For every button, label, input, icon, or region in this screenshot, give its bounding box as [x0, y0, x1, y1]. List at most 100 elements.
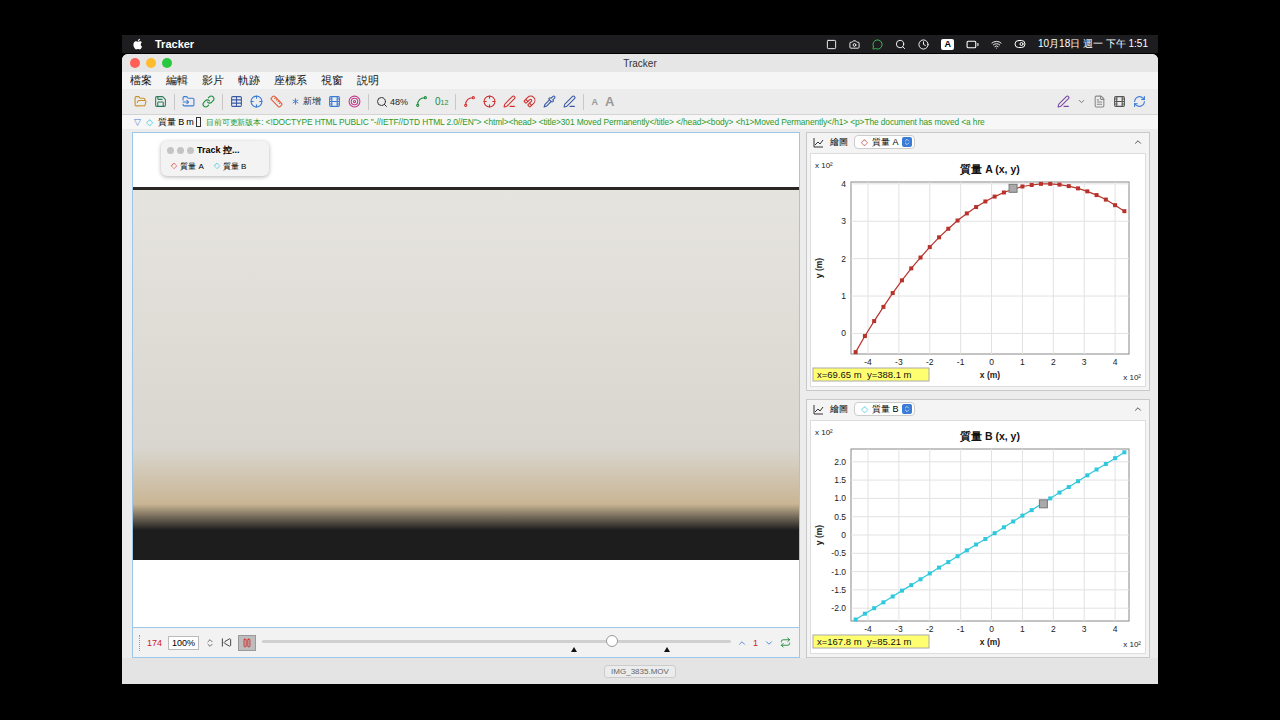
- control-center-icon[interactable]: [1014, 38, 1026, 50]
- data-point[interactable]: [928, 571, 932, 575]
- data-point[interactable]: [1020, 184, 1024, 188]
- data-point[interactable]: [956, 219, 960, 223]
- zoom-button[interactable]: 48%: [376, 96, 408, 108]
- video-frame[interactable]: [133, 187, 799, 560]
- new-track-button[interactable]: 新增: [290, 95, 321, 108]
- menu-item[interactable]: 軌跡: [238, 73, 260, 88]
- data-point[interactable]: [1039, 182, 1043, 186]
- minimize-button[interactable]: [146, 58, 156, 68]
- data-point[interactable]: [993, 531, 997, 535]
- plot-menu[interactable]: 繪圖: [830, 136, 848, 149]
- collapse-icon[interactable]: [1133, 137, 1143, 147]
- input-method[interactable]: A: [941, 39, 954, 50]
- data-point[interactable]: [881, 600, 885, 604]
- data-point[interactable]: [1030, 508, 1034, 512]
- play-button[interactable]: [238, 635, 256, 651]
- battery-icon[interactable]: [966, 38, 979, 51]
- data-point[interactable]: [1020, 514, 1024, 518]
- plot-chart[interactable]: x 10²質量 B (x, y)-4-3-2-101234-2.0-1.5-1.…: [811, 423, 1145, 651]
- font-larger-button[interactable]: A: [605, 94, 614, 109]
- clip-mark[interactable]: [664, 647, 670, 652]
- palette-track[interactable]: ◇質量 B: [214, 161, 247, 172]
- wifi-icon[interactable]: [991, 39, 1002, 50]
- point-icon[interactable]: [543, 95, 556, 108]
- rewind-icon[interactable]: [221, 637, 232, 648]
- zoom-icon[interactable]: [376, 96, 388, 108]
- data-point[interactable]: [1048, 496, 1052, 500]
- calibration-icon[interactable]: [250, 95, 263, 108]
- step-back-icon[interactable]: [737, 638, 747, 648]
- data-point[interactable]: [983, 199, 987, 203]
- data-point[interactable]: [974, 205, 978, 209]
- track-dropdown[interactable]: ◇質量 A: [854, 135, 915, 149]
- menu-item[interactable]: 檔案: [130, 73, 152, 88]
- menu-item[interactable]: 影片: [202, 73, 224, 88]
- data-point[interactable]: [1076, 186, 1080, 190]
- data-point[interactable]: [909, 266, 913, 270]
- data-point[interactable]: [1076, 479, 1080, 483]
- refresh-icon[interactable]: [1133, 95, 1146, 108]
- data-point[interactable]: [863, 334, 867, 338]
- track-menu[interactable]: ▽: [134, 117, 141, 127]
- step-size-button[interactable]: 012: [435, 96, 448, 107]
- dropdown-icon[interactable]: [903, 138, 911, 146]
- palette-track[interactable]: ◇質量 A: [171, 161, 204, 172]
- import-icon[interactable]: [182, 95, 195, 108]
- playback-rate[interactable]: 100%: [168, 636, 199, 650]
- data-point[interactable]: [919, 256, 923, 260]
- data-point[interactable]: [900, 589, 904, 593]
- track-dropdown[interactable]: ◇質量 B: [854, 402, 915, 416]
- zoom-button[interactable]: [162, 58, 172, 68]
- chart-icon[interactable]: [813, 137, 824, 148]
- plot-chart[interactable]: x 10²質量 A (x, y)-4-3-2-10123401234y (m)x…: [811, 156, 1145, 384]
- rate-spinner-icon[interactable]: [205, 638, 215, 648]
- record-stop-icon[interactable]: [826, 39, 837, 50]
- pause-icon[interactable]: [242, 638, 252, 648]
- data-point[interactable]: [965, 548, 969, 552]
- data-point[interactable]: [965, 211, 969, 215]
- line-app-icon[interactable]: [872, 39, 883, 50]
- slider-thumb[interactable]: [606, 635, 618, 647]
- data-point[interactable]: [854, 618, 858, 622]
- data-point[interactable]: [1067, 184, 1071, 188]
- data-point[interactable]: [974, 543, 978, 547]
- notes-icon[interactable]: [1093, 95, 1106, 108]
- data-point[interactable]: [1011, 519, 1015, 523]
- data-point[interactable]: [909, 583, 913, 587]
- plot-menu[interactable]: 繪圖: [830, 403, 848, 416]
- app-menu[interactable]: Tracker: [155, 38, 194, 50]
- cursor-marker[interactable]: [1039, 500, 1047, 508]
- axes-icon[interactable]: [270, 95, 283, 108]
- data-point[interactable]: [919, 577, 923, 581]
- clip-mark[interactable]: [571, 647, 577, 652]
- chart-icon[interactable]: [813, 404, 824, 415]
- data-point[interactable]: [937, 566, 941, 570]
- video-filter-icon[interactable]: [328, 95, 341, 108]
- data-point[interactable]: [863, 612, 867, 616]
- data-point[interactable]: [946, 560, 950, 564]
- data-point[interactable]: [1122, 450, 1126, 454]
- screenshot-icon[interactable]: [849, 39, 860, 50]
- data-point[interactable]: [1113, 203, 1117, 207]
- data-point[interactable]: [891, 594, 895, 598]
- data-point[interactable]: [872, 606, 876, 610]
- marker-icon[interactable]: [483, 95, 496, 108]
- data-point[interactable]: [900, 278, 904, 282]
- apple-icon[interactable]: [132, 38, 143, 50]
- data-point[interactable]: [1104, 462, 1108, 466]
- data-point[interactable]: [881, 305, 885, 309]
- data-point[interactable]: [993, 195, 997, 199]
- data-point[interactable]: [928, 245, 932, 249]
- frame-slider[interactable]: [262, 633, 731, 653]
- font-smaller-button[interactable]: A: [591, 97, 598, 107]
- data-point[interactable]: [1058, 183, 1062, 187]
- trails-icon[interactable]: [415, 95, 428, 108]
- menu-item[interactable]: 説明: [357, 73, 379, 88]
- data-point[interactable]: [1122, 209, 1126, 213]
- data-point[interactable]: [1085, 473, 1089, 477]
- cursor-marker[interactable]: [1009, 184, 1017, 192]
- stretch-icon[interactable]: [563, 95, 576, 108]
- drawing-icon[interactable]: [1057, 95, 1070, 108]
- data-point[interactable]: [872, 319, 876, 323]
- data-point[interactable]: [1104, 198, 1108, 202]
